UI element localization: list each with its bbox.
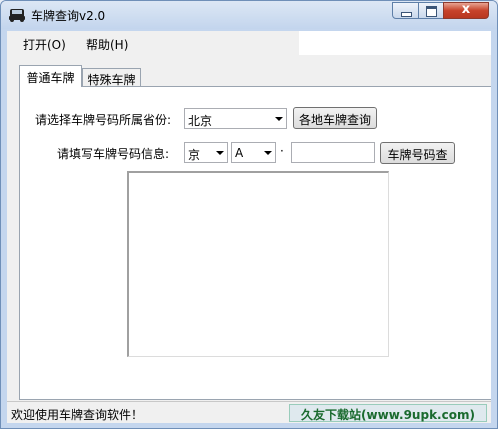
menu-open[interactable]: 打开(O)	[23, 36, 66, 53]
client-area: 普通车牌 特殊车牌 请选择车牌号码所属省份: 北京 各地车牌查询 请填写车牌号码…	[7, 55, 491, 401]
watermark-banner: 久友下载站(www.9upk.com)	[289, 404, 487, 422]
chevron-down-icon	[216, 151, 224, 155]
plate-info-label: 请填写车牌号码信息:	[57, 147, 170, 161]
status-text: 欢迎使用车牌查询软件！	[11, 408, 144, 422]
chevron-down-icon	[264, 151, 272, 155]
plate-separator: ·	[280, 144, 284, 158]
chevron-down-icon	[275, 117, 283, 121]
window-frame-right	[491, 29, 497, 428]
close-icon: x	[461, 2, 471, 17]
plate-number-query-button[interactable]: 车牌号码查	[380, 142, 455, 164]
province-select-value: 北京	[188, 114, 213, 128]
plate-prefix-select[interactable]: 京	[184, 142, 228, 163]
menu-bar: 打开(O) 帮助(H)	[7, 31, 491, 55]
close-button[interactable]: x	[443, 2, 489, 19]
title-bar[interactable]: 车牌查询v2.0 x	[1, 1, 497, 29]
tab-special-plate[interactable]: 特殊车牌	[82, 68, 141, 87]
plate-letter-select[interactable]: A	[231, 142, 276, 163]
menu-help[interactable]: 帮助(H)	[86, 36, 128, 53]
maximize-button[interactable]	[418, 2, 444, 19]
menu-bar-blank-area	[299, 31, 491, 55]
window-frame-bottom	[1, 423, 497, 428]
plate-prefix-value: 京	[188, 148, 201, 162]
status-bar: 欢迎使用车牌查询软件！ 久友下载站(www.9upk.com)	[7, 401, 491, 424]
results-list[interactable]	[127, 171, 389, 357]
plate-number-input[interactable]	[291, 142, 375, 163]
car-icon	[9, 9, 25, 22]
tab-panel-normal-plate: 请选择车牌号码所属省份: 北京 各地车牌查询 请填写车牌号码信息: 京 A · …	[19, 86, 491, 400]
province-select[interactable]: 北京	[184, 108, 287, 129]
tab-normal-plate[interactable]: 普通车牌	[19, 65, 82, 87]
app-window: 车牌查询v2.0 x 打开(O) 帮助(H) 普通车牌 特殊车牌 请选择车牌号码…	[0, 0, 498, 429]
plate-letter-value: A	[235, 146, 244, 160]
window-title: 车牌查询v2.0	[31, 9, 106, 23]
province-label: 请选择车牌号码所属省份:	[35, 113, 172, 127]
minimize-button[interactable]	[392, 2, 419, 19]
regional-plate-query-button[interactable]: 各地车牌查询	[293, 107, 377, 129]
